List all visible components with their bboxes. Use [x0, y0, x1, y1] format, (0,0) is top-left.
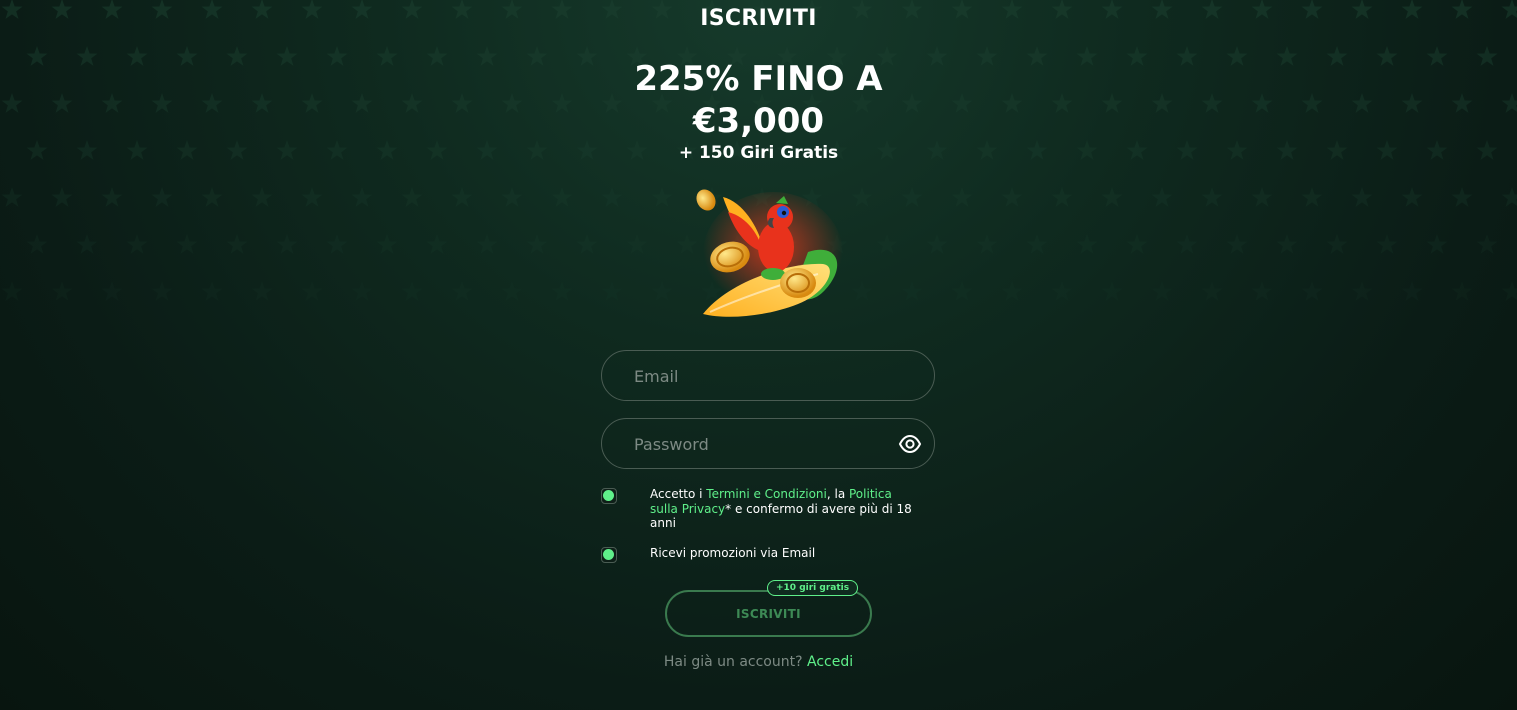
- login-question: Hai già un account?: [663, 654, 803, 670]
- bonus-headline-line2: €3,000: [692, 101, 825, 141]
- bonus-headline-line1: 225% FINO A: [634, 59, 883, 99]
- eye-icon[interactable]: [898, 433, 922, 455]
- promotions-label: Ricevi promozioni via Email: [650, 546, 816, 560]
- email-input[interactable]: [632, 351, 876, 402]
- terms-link[interactable]: Termini e Condizioni: [706, 487, 827, 501]
- terms-text-middle: , la: [826, 487, 849, 501]
- signup-page: ISCRIVITI 225% FINO A €3,000 + 150 Giri …: [0, 0, 1517, 710]
- terms-label: Accetto i Termini e Condizioni, la Polit…: [650, 487, 920, 531]
- page-title: ISCRIVITI: [700, 6, 817, 31]
- password-field[interactable]: [601, 418, 935, 470]
- terms-checkbox[interactable]: [601, 488, 617, 504]
- free-spins-badge: +10 giri gratis: [767, 580, 859, 596]
- email-field[interactable]: [601, 350, 935, 402]
- terms-text-prefix: Accetto i: [650, 487, 707, 501]
- login-link[interactable]: Accedi: [807, 654, 853, 670]
- parrot-surfboard-coins-illustration: [696, 189, 843, 317]
- signup-submit-button[interactable]: ISCRIVITI: [665, 590, 872, 637]
- password-input[interactable]: [632, 419, 876, 470]
- promotions-checkbox[interactable]: [601, 547, 617, 563]
- bonus-subline: + 150 Giri Gratis: [678, 143, 839, 163]
- login-prompt: Hai già un account? Accedi: [0, 654, 1517, 670]
